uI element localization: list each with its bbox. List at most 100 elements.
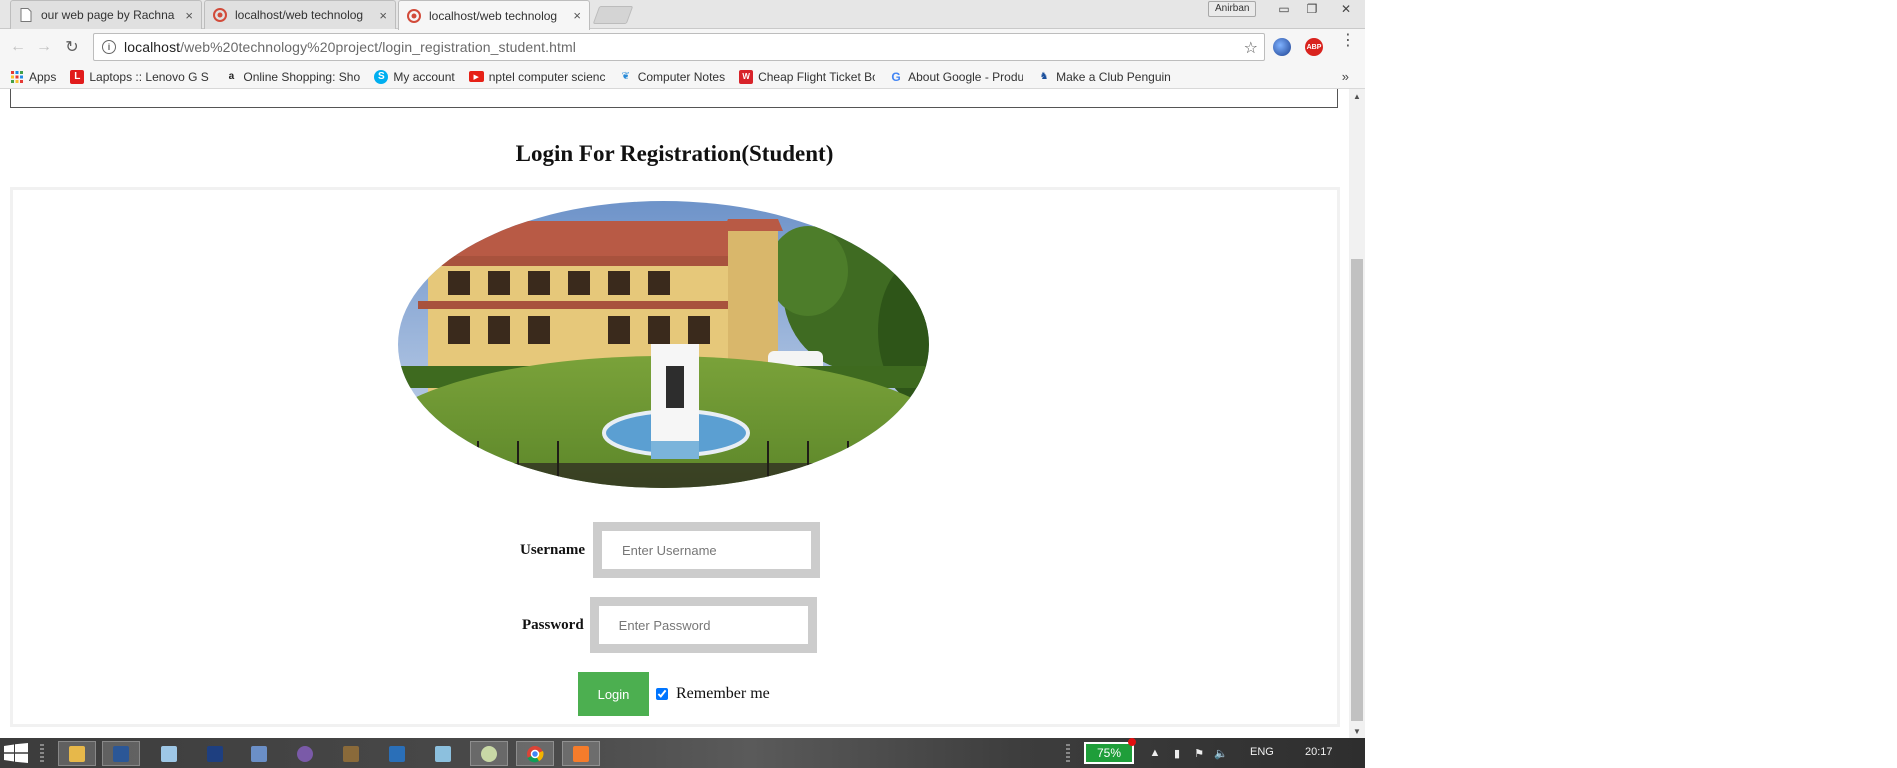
- tab-title: localhost/web technolog: [429, 8, 558, 23]
- adblock-plus-icon[interactable]: ABP: [1305, 38, 1323, 56]
- film-icon[interactable]: [332, 741, 370, 766]
- action-center-icon[interactable]: ⚑: [1192, 746, 1206, 760]
- info-icon[interactable]: i: [102, 40, 116, 54]
- remember-me: Remember me: [656, 685, 770, 703]
- username-row: Username: [520, 522, 820, 578]
- vertical-scrollbar[interactable]: ▲ ▼: [1349, 89, 1365, 738]
- page-header-box: [10, 89, 1338, 108]
- close-tab-icon[interactable]: ×: [573, 8, 581, 23]
- notepad-icon[interactable]: [150, 741, 188, 766]
- back-arrow-icon[interactable]: ←: [8, 37, 28, 57]
- extension-globe-icon[interactable]: [1273, 38, 1291, 56]
- new-tab-button[interactable]: [592, 6, 634, 24]
- browser-tab-2[interactable]: localhost/web technolog ×: [204, 0, 396, 29]
- media-icon[interactable]: [196, 741, 234, 766]
- volume-icon[interactable]: 🔈: [1214, 746, 1228, 760]
- browser-toolbar: ← → ↻ i localhost/web%20technology%20pro…: [0, 29, 1365, 65]
- tab-strip: our web page by Rachna × localhost/web t…: [0, 0, 1365, 30]
- scroll-thumb[interactable]: [1351, 259, 1363, 721]
- bookmark-label: Laptops :: Lenovo G S: [89, 69, 209, 84]
- bookmark-label: Make a Club Penguin: [1056, 69, 1171, 84]
- tray-overflow-icon[interactable]: ▲: [1148, 746, 1162, 760]
- scroll-up-arrow-icon[interactable]: ▲: [1349, 89, 1365, 103]
- bookmark-club-penguin[interactable]: ♞ Make a Club Penguin: [1037, 70, 1171, 84]
- close-tab-icon[interactable]: ×: [185, 8, 193, 23]
- bookmark-cheap-flight[interactable]: W Cheap Flight Ticket Bo: [739, 69, 876, 84]
- windows-start-icon[interactable]: [4, 743, 28, 763]
- desktop-screen: our web page by Rachna × localhost/web t…: [0, 0, 1365, 768]
- reload-icon[interactable]: ↻: [62, 37, 82, 57]
- browser-tab-3-active[interactable]: localhost/web technolog ×: [398, 0, 590, 30]
- network-signal-icon[interactable]: ▮: [1170, 746, 1184, 760]
- url-host: localhost: [124, 39, 181, 55]
- password-input[interactable]: [597, 605, 809, 645]
- browser-menu-icon[interactable]: ⋮: [1340, 33, 1356, 49]
- bookmark-label: Cheap Flight Ticket Bo: [758, 69, 876, 84]
- taskbar-grip: [1066, 744, 1070, 762]
- window-controls: ▭ ❐ ✕: [1270, 0, 1365, 18]
- password-row: Password: [522, 597, 817, 653]
- language-indicator[interactable]: ENG: [1250, 746, 1274, 758]
- bookmark-label: Apps: [29, 69, 57, 84]
- network-map-icon[interactable]: [424, 741, 462, 766]
- forward-arrow-icon[interactable]: →: [34, 37, 54, 57]
- bookmark-apps[interactable]: Apps: [10, 70, 56, 84]
- browser-tab-1[interactable]: our web page by Rachna ×: [10, 0, 202, 29]
- chrome-icon[interactable]: [516, 741, 554, 766]
- bookmark-lenovo[interactable]: L Laptops :: Lenovo G S: [70, 69, 210, 84]
- password-label: Password: [522, 616, 584, 633]
- bookmarks-bar: Apps L Laptops :: Lenovo G S a Online Sh…: [0, 65, 1365, 89]
- remember-me-label: Remember me: [676, 685, 770, 702]
- taskbar-grip: [40, 744, 44, 762]
- remember-me-checkbox[interactable]: [656, 688, 668, 700]
- close-window-icon[interactable]: ✕: [1326, 0, 1365, 18]
- page-viewport: Login For Registration(Student) Username…: [0, 89, 1349, 738]
- bookmark-label: Computer Notes: [637, 69, 726, 84]
- url-path: /web%20technology%20project/login_regist…: [180, 39, 576, 55]
- bookmark-label: About Google - Produ: [908, 69, 1024, 84]
- glasses-icon[interactable]: [286, 741, 324, 766]
- google-icon: G: [891, 69, 901, 84]
- windows-taskbar: 75% ▲ ▮ ⚑ 🔈 ENG 20:17: [0, 738, 1365, 768]
- restore-icon[interactable]: ❐: [1298, 0, 1326, 18]
- bookmark-about-google[interactable]: G About Google - Produ: [889, 70, 1023, 84]
- url-text: localhost/web%20technology%20project/log…: [124, 39, 576, 55]
- bookmark-amazon[interactable]: a Online Shopping: Sho: [224, 69, 361, 84]
- battery-indicator[interactable]: 75%: [1084, 742, 1134, 764]
- penguin-icon: ♞: [1039, 71, 1049, 82]
- address-bar[interactable]: i localhost/web%20technology%20project/l…: [93, 33, 1265, 61]
- username-frame: [592, 522, 820, 578]
- apps-grid-icon: [10, 70, 24, 84]
- xampp-icon[interactable]: [562, 741, 600, 766]
- bookmark-label: My account: [393, 69, 455, 84]
- magnifier-icon[interactable]: [240, 741, 278, 766]
- app-icon: [407, 8, 421, 23]
- word-icon[interactable]: [102, 741, 140, 766]
- tab-title: localhost/web technolog: [235, 8, 364, 22]
- bookmark-computer-notes[interactable]: ❦ Computer Notes: [619, 69, 726, 84]
- lenovo-icon: L: [70, 69, 85, 84]
- username-label: Username: [520, 541, 585, 558]
- document-icon: [19, 8, 33, 22]
- bookmark-label: Online Shopping: Sho: [243, 69, 361, 84]
- amazon-icon: a: [228, 71, 235, 82]
- scroll-down-arrow-icon[interactable]: ▼: [1349, 724, 1365, 738]
- close-tab-icon[interactable]: ×: [379, 8, 387, 23]
- bookmark-star-icon[interactable]: ☆: [1244, 38, 1258, 58]
- login-button[interactable]: Login: [578, 672, 649, 716]
- username-input[interactable]: [600, 530, 812, 570]
- campus-building-image: [398, 201, 929, 488]
- flight-icon: W: [739, 69, 754, 84]
- youtube-icon: ▶: [468, 71, 484, 82]
- control-panel-icon[interactable]: [470, 741, 508, 766]
- bookmarks-overflow-icon[interactable]: »: [1342, 69, 1349, 84]
- minimize-icon[interactable]: ▭: [1270, 0, 1298, 18]
- file-explorer-icon[interactable]: [58, 741, 96, 766]
- bookmark-label: nptel computer scienc: [488, 69, 605, 84]
- profile-button[interactable]: Anirban: [1208, 1, 1257, 17]
- bookmark-my-account[interactable]: S My account: [374, 69, 455, 84]
- bookmark-nptel[interactable]: ▶ nptel computer scienc: [468, 69, 605, 84]
- notification-dot: [1128, 738, 1136, 746]
- clock[interactable]: 20:17: [1305, 746, 1333, 758]
- bracket-editor-icon[interactable]: [378, 741, 416, 766]
